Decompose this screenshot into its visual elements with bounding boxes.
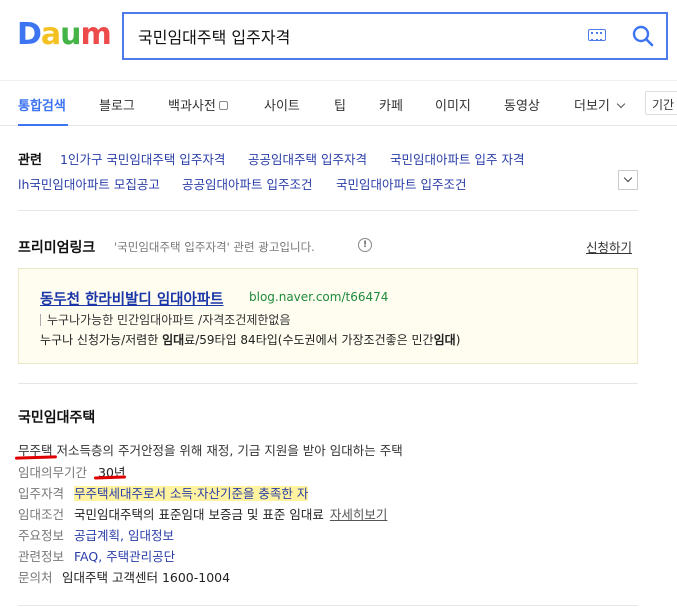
ad-keyword: 임대	[162, 333, 185, 347]
key-info-label: 주요정보	[18, 528, 65, 543]
qualification-text: 무주택세대주로서 소득·자산기준을 충족한 자	[74, 486, 309, 501]
header: Daum	[0, 0, 677, 80]
ad-text: 누구나 신청가능/저렴한	[40, 333, 163, 347]
tab-more-label: 더보기	[574, 99, 610, 114]
ad-description-1-text: 누구나가능한 민간임대아파트 /자격조건제한없음	[47, 313, 291, 327]
contact-value: 임대주택 고객센터 1600-1004	[62, 570, 231, 585]
ad-url[interactable]: blog.naver.com/t66474	[249, 290, 388, 304]
condition-text: 국민임대주택의 표준임대 보증금 및 표준 임대료	[74, 507, 324, 522]
related-link[interactable]: 1인가구 국민임대주택 입주자격	[60, 149, 225, 168]
active-tab-indicator	[18, 124, 68, 126]
ad-keyword: 임대	[433, 333, 456, 347]
tab-image[interactable]: 이미지	[435, 95, 471, 114]
chevron-down-icon	[616, 99, 626, 109]
dictionary-definition: 무주택 저소득층의 주거안정을 위해 재정, 기금 지원을 받아 임대하는 주택	[18, 443, 403, 458]
period-filter-button[interactable]: 기간	[645, 91, 677, 115]
condition-value: 국민임대주택의 표준임대 보증금 및 표준 임대료 자세히보기	[74, 504, 387, 523]
divider	[18, 383, 638, 384]
tab-video[interactable]: 동영상	[504, 95, 540, 114]
key-info-links[interactable]: 공급계획, 임대정보	[74, 525, 174, 544]
divider	[18, 605, 638, 606]
tab-site[interactable]: 사이트	[264, 95, 300, 114]
related-link[interactable]: 공공임대주택 입주자격	[248, 149, 367, 168]
chevron-down-icon	[623, 173, 633, 183]
search-icon[interactable]	[630, 23, 656, 49]
ad-text: )	[455, 333, 461, 347]
ad-description-2: 누구나 신청가능/저렴한 임대료/59타입 84타입(수도권에서 가장조건좋은 …	[40, 331, 460, 348]
premium-link-title: 프리미엄링크	[18, 240, 96, 256]
ad-title-link[interactable]: 동두천 한라비발디 임대아파트	[40, 288, 224, 309]
related-link[interactable]: 공공임대아파트 입주조건	[182, 174, 312, 193]
tab-blog[interactable]: 블로그	[99, 95, 135, 114]
related-link[interactable]: 국민임대아파트 입주 자격	[390, 149, 524, 168]
premium-link-desc: '국민임대주택 입주자격' 관련 광고입니다.	[114, 240, 315, 254]
checkbox-icon	[218, 101, 228, 110]
ad-box: 동두천 한라비발디 임대아파트 blog.naver.com/t66474 누구…	[18, 268, 638, 364]
tab-cafe[interactable]: 카페	[379, 95, 403, 114]
qualification-label: 입주자격	[18, 486, 65, 501]
tab-encyclopedia[interactable]: 백과사전	[168, 95, 228, 114]
info-icon[interactable]: !	[358, 238, 372, 252]
related-info-label: 관련정보	[18, 549, 65, 564]
divider	[18, 210, 638, 211]
dictionary-title: 국민임대주택	[18, 410, 96, 426]
more-details-link[interactable]: 자세히보기	[330, 507, 388, 522]
separator	[40, 314, 41, 326]
apply-ad-link[interactable]: 신청하기	[586, 237, 632, 256]
related-link[interactable]: 국민임대아파트 입주조건	[336, 174, 466, 193]
condition-label: 임대조건	[18, 507, 65, 522]
search-tabs: 통합검색 블로그 백과사전 사이트 팁 카페 이미지 동영상 더보기 기간	[0, 80, 677, 126]
red-underline-mark	[14, 455, 58, 460]
ad-text: 료/59타입 84타입(수도권에서 가장조건좋은 민간	[184, 333, 434, 347]
contact-label: 문의처	[18, 570, 53, 585]
related-link[interactable]: lh국민임대아파트 모집공고	[18, 174, 160, 193]
tab-all[interactable]: 통합검색	[18, 95, 66, 114]
ad-description-1: 누구나가능한 민간임대아파트 /자격조건제한없음	[40, 311, 291, 328]
daum-logo[interactable]: Daum	[17, 20, 112, 50]
expand-related-button[interactable]	[618, 170, 638, 190]
tab-more[interactable]: 더보기	[574, 95, 626, 114]
search-input[interactable]	[138, 24, 568, 48]
related-label: 관련	[18, 153, 42, 168]
tab-tip[interactable]: 팁	[334, 95, 346, 114]
search-box	[122, 12, 668, 60]
related-info-links[interactable]: FAQ, 주택관리공단	[74, 546, 175, 565]
keyboard-icon[interactable]	[588, 29, 606, 41]
duty-period-label: 임대의무기간	[18, 465, 88, 480]
tab-encyclopedia-label: 백과사전	[168, 99, 216, 114]
qualification-value: 무주택세대주로서 소득·자산기준을 충족한 자	[74, 483, 309, 502]
